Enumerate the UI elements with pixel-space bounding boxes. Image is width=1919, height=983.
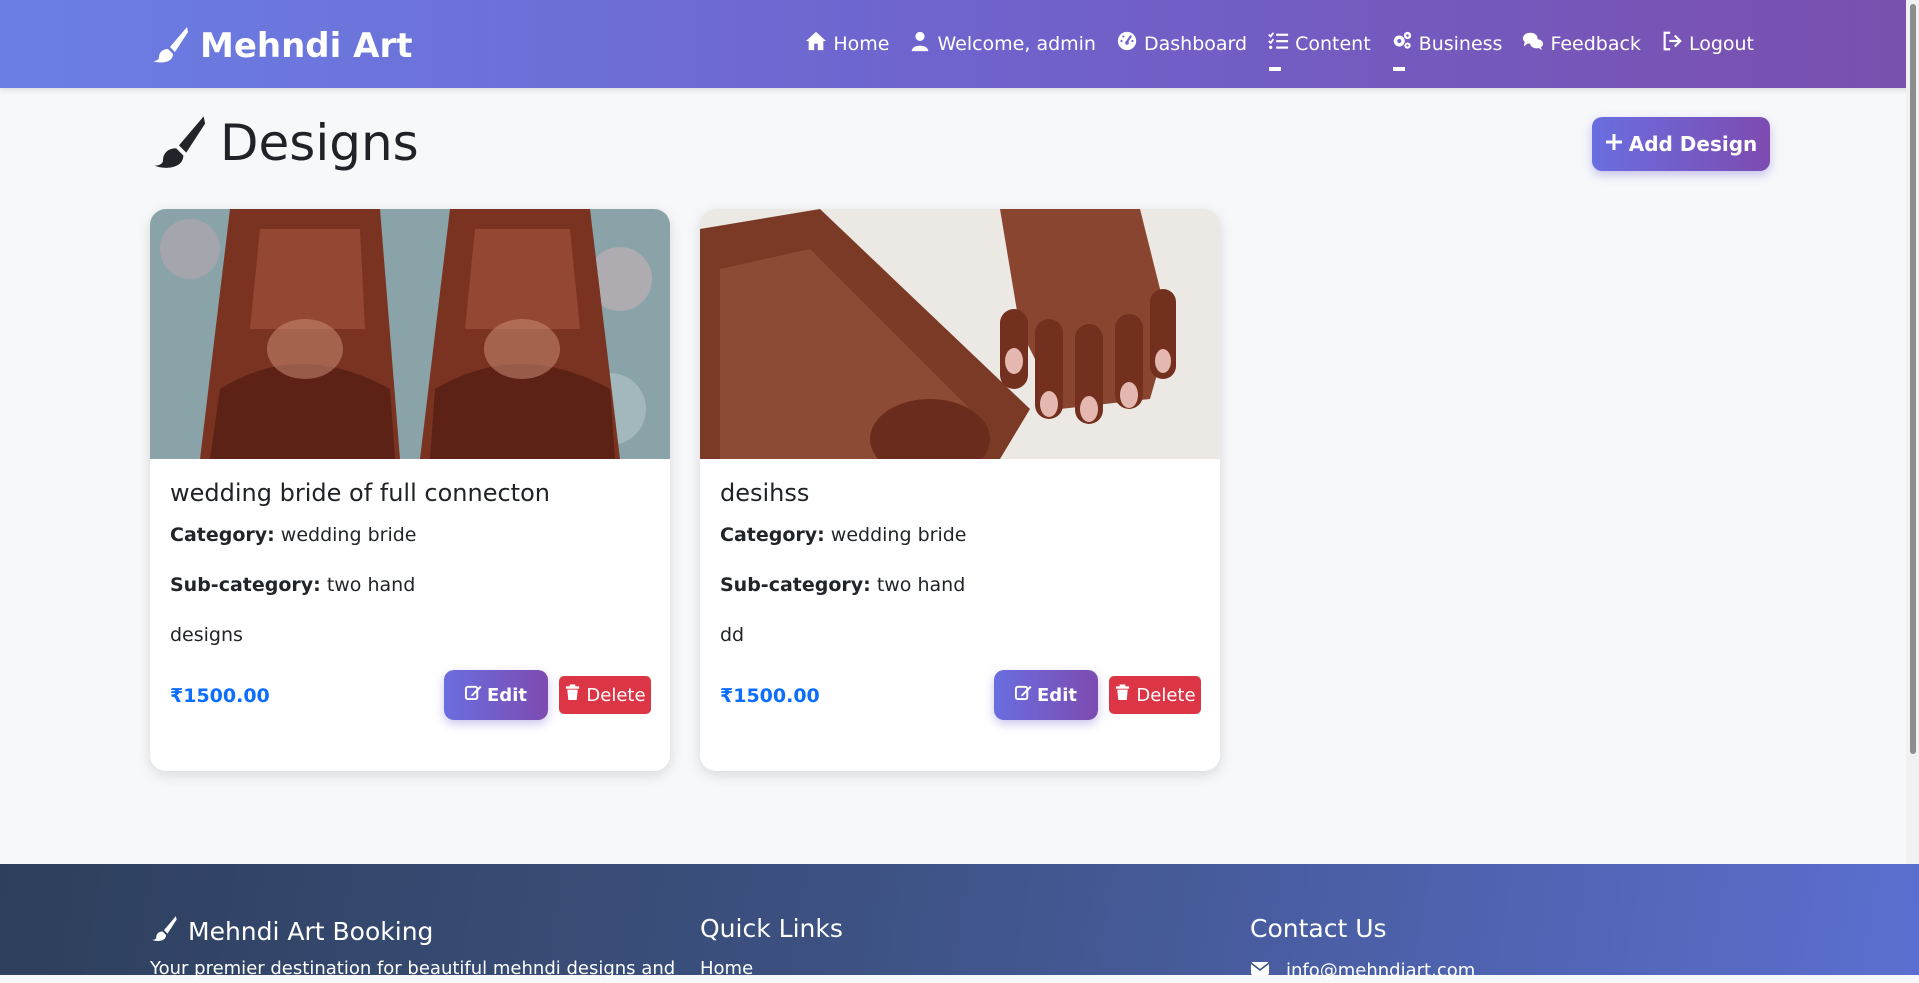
edit-button[interactable]: Edit (444, 670, 548, 720)
user-icon (909, 30, 937, 57)
nav-links: Home Welcome, admin Dashboard Content Bu… (785, 30, 1754, 71)
design-category: Category: wedding bride (170, 524, 416, 546)
nav-business-label: Business (1418, 32, 1503, 55)
nav-logout[interactable]: Logout (1661, 30, 1754, 57)
subcategory-label: Sub-category: (170, 574, 321, 596)
category-value: wedding bride (830, 524, 967, 546)
add-design-label: Add Design (1628, 132, 1758, 156)
envelope-icon (1250, 958, 1286, 983)
design-price: ₹1500.00 (720, 685, 820, 707)
brand-logo[interactable]: Mehndi Art (150, 24, 412, 68)
subcategory-value: two hand (326, 574, 416, 596)
paintbrush-icon (150, 24, 190, 68)
delete-label: Delete (1136, 684, 1196, 706)
logout-icon (1661, 30, 1689, 57)
plus-icon (1605, 132, 1629, 156)
nav-welcome-user[interactable]: Welcome, admin (909, 30, 1096, 57)
delete-label: Delete (586, 684, 646, 706)
footer-brand-heading-text: Mehndi Art Booking (188, 916, 434, 946)
subcategory-label: Sub-category: (720, 574, 871, 596)
site-footer: Mehndi Art Booking Your premier destinat… (0, 864, 1919, 981)
add-design-button[interactable]: Add Design (1592, 117, 1770, 171)
list-check-icon (1267, 30, 1295, 57)
paintbrush-icon (150, 914, 188, 948)
design-description: dd (720, 624, 745, 646)
nav-dashboard[interactable]: Dashboard (1116, 30, 1247, 57)
page-scrollbar[interactable] (1906, 0, 1919, 975)
design-title: desihss (720, 479, 810, 507)
design-subcategory: Sub-category: two hand (170, 574, 415, 596)
comments-icon (1522, 30, 1550, 57)
footer-brand-text: Your premier destination for beautiful m… (150, 958, 676, 979)
nav-business-dropdown[interactable]: Business (1391, 30, 1503, 71)
category-label: Category: (720, 524, 825, 546)
footer-email[interactable]: info@mehndiart.com (1250, 958, 1475, 983)
subcategory-value: two hand (876, 574, 966, 596)
design-image (700, 209, 1220, 459)
nav-home[interactable]: Home (805, 30, 889, 57)
footer-email-text: info@mehndiart.com (1286, 960, 1476, 981)
design-card: desihss Category: wedding bride Sub-cate… (700, 209, 1220, 771)
nav-feedback-label: Feedback (1550, 32, 1641, 55)
design-category: Category: wedding bride (720, 524, 966, 546)
edit-label: Edit (487, 684, 527, 706)
gears-icon (1391, 30, 1419, 57)
nav-feedback[interactable]: Feedback (1522, 30, 1641, 57)
page-title-text: Designs (220, 114, 419, 172)
design-card: wedding bride of full connecton Category… (150, 209, 670, 771)
page-title: Designs (150, 112, 419, 174)
footer-link-home[interactable]: Home (700, 958, 753, 979)
footer-quick-links-heading: Quick Links (700, 914, 843, 943)
scrollbar-thumb[interactable] (1910, 4, 1916, 754)
gauge-icon (1116, 30, 1144, 57)
edit-button[interactable]: Edit (994, 670, 1098, 720)
delete-button[interactable]: Delete (1109, 676, 1201, 714)
design-subcategory: Sub-category: two hand (720, 574, 965, 596)
nav-content-dropdown[interactable]: Content (1267, 30, 1371, 71)
dropdown-caret-icon (1269, 67, 1282, 71)
nav-home-label: Home (833, 32, 890, 55)
category-value: wedding bride (280, 524, 417, 546)
top-navbar: Mehndi Art Home Welcome, admin Dashboard… (0, 0, 1919, 88)
footer-brand-heading: Mehndi Art Booking (150, 914, 433, 948)
brand-name: Mehndi Art (200, 26, 413, 66)
design-title: wedding bride of full connecton (170, 479, 550, 507)
trash-icon (1114, 684, 1136, 706)
home-icon (805, 30, 833, 57)
nav-welcome-label: Welcome, admin (937, 32, 1096, 55)
nav-dashboard-label: Dashboard (1143, 32, 1248, 55)
edit-icon (1015, 684, 1037, 706)
design-description: designs (170, 624, 243, 646)
nav-logout-label: Logout (1688, 32, 1754, 55)
edit-label: Edit (1037, 684, 1077, 706)
nav-content-label: Content (1295, 32, 1371, 55)
edit-icon (465, 684, 487, 706)
trash-icon (564, 684, 586, 706)
dropdown-caret-icon (1392, 67, 1405, 71)
paintbrush-icon (150, 112, 208, 174)
category-label: Category: (170, 524, 275, 546)
delete-button[interactable]: Delete (559, 676, 651, 714)
footer-contact-heading: Contact Us (1250, 914, 1387, 943)
design-price: ₹1500.00 (170, 685, 270, 707)
design-image (150, 209, 670, 459)
